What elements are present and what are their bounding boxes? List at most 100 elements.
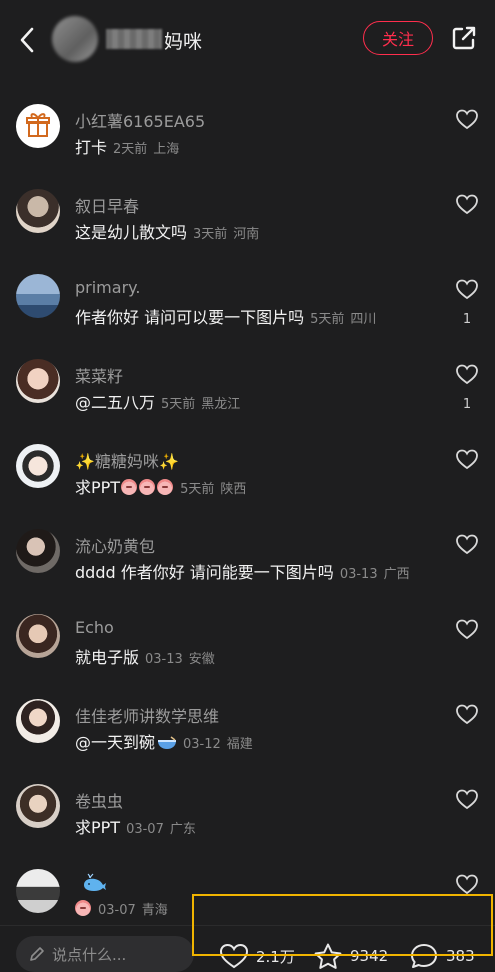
comment-item[interactable]: 菜菜籽 @二五八万 5天前 黑龙江 1 (0, 339, 495, 424)
avatar[interactable] (16, 869, 60, 913)
peach-emoji-icon (139, 479, 156, 495)
commenter-name[interactable]: 菜菜籽 (75, 363, 123, 387)
like-button[interactable] (455, 363, 479, 385)
heart-outline-icon (456, 109, 478, 130)
comment-location: 河南 (233, 227, 260, 242)
comment-item[interactable]: primary. 作者你好 请问可以要一下图片吗 5天前 四川 1 (0, 254, 495, 339)
comment-time: 3天前 (193, 227, 228, 242)
comment-location: 广东 (169, 822, 196, 837)
author-name-redacted (106, 29, 162, 49)
comment-text: @二五八万 (75, 393, 156, 412)
comment-location: 青海 (141, 903, 168, 918)
commenter-name[interactable]: 小红薯6165EA65 (75, 108, 205, 132)
highlight-box (192, 894, 493, 956)
like-button[interactable] (455, 533, 479, 555)
like-button[interactable] (455, 618, 479, 640)
follow-button[interactable]: 关注 (363, 21, 433, 55)
comment-text-line: 这是幼儿散文吗 3天前 河南 (75, 219, 259, 243)
heart-outline-icon (456, 364, 478, 385)
heart-outline-icon (456, 704, 478, 725)
comment-text-line: 求PPT 03-07 广东 (75, 814, 196, 838)
comment-text: 求PPT (75, 818, 121, 837)
pencil-icon (30, 947, 44, 961)
heart-outline-icon (456, 194, 478, 215)
sparkle-icon: ✨ (75, 452, 95, 471)
comment-text-line: 求PPT 5天前 陕西 (75, 474, 246, 498)
comment-time: 5天前 (161, 397, 196, 412)
comment-item[interactable]: 叙日早春 这是幼儿散文吗 3天前 河南 (0, 169, 495, 254)
avatar[interactable] (16, 614, 60, 658)
back-button[interactable] (12, 22, 42, 58)
commenter-name[interactable] (75, 873, 107, 894)
commenter-name[interactable]: ✨糖糖妈咪✨ (75, 448, 179, 472)
heart-outline-icon (456, 874, 478, 895)
avatar[interactable] (16, 274, 60, 318)
author-avatar[interactable] (52, 16, 98, 62)
comment-time: 5天前 (180, 482, 215, 497)
comment-time: 03-12 (183, 737, 221, 752)
like-button[interactable] (455, 703, 479, 725)
comment-input[interactable]: 说点什么... (16, 936, 194, 972)
avatar[interactable] (16, 784, 60, 828)
avatar[interactable] (16, 189, 60, 233)
comment-time: 03-07 (126, 822, 164, 837)
share-external-icon (452, 26, 476, 50)
comment-location: 广西 (383, 567, 410, 582)
avatar[interactable] (16, 104, 60, 148)
comment-time: 5天前 (310, 312, 345, 327)
avatar[interactable] (16, 699, 60, 743)
comment-location: 黑龙江 (201, 397, 241, 412)
commenter-name[interactable]: primary. (75, 278, 140, 297)
share-button[interactable] (450, 24, 478, 52)
comment-time: 03-07 (98, 903, 136, 918)
avatar[interactable] (16, 529, 60, 573)
comment-item[interactable]: Echo 就电子版 03-13 安徽 (0, 594, 495, 679)
comment-time: 03-13 (145, 652, 183, 667)
comment-item[interactable]: 佳佳老师讲数学思维 @一天到碗 03-12 福建 (0, 679, 495, 764)
comment-location: 安徽 (188, 652, 215, 667)
comment-text: dddd 作者你好 请问能要一下图片吗 (75, 563, 334, 582)
comment-input-placeholder: 说点什么... (52, 945, 127, 964)
comment-text-line: 就电子版 03-13 安徽 (75, 644, 215, 668)
comment-item[interactable]: ✨糖糖妈咪✨ 求PPT 5天前 陕西 (0, 424, 495, 509)
like-button[interactable] (455, 873, 479, 895)
comment-text-line: dddd 作者你好 请问能要一下图片吗 03-13 广西 (75, 559, 410, 583)
heart-outline-icon (456, 449, 478, 470)
comment-text-line: @一天到碗 03-12 福建 (75, 729, 253, 753)
like-button[interactable] (455, 788, 479, 810)
comment-text-line: @二五八万 5天前 黑龙江 (75, 389, 240, 413)
bowl-emoji-icon (158, 736, 177, 749)
heart-outline-icon (456, 789, 478, 810)
comment-text-line: 打卡 2天前 上海 (75, 134, 179, 158)
commenter-name[interactable]: 流心奶黄包 (75, 533, 155, 557)
commenter-name[interactable]: 叙日早春 (75, 193, 139, 217)
like-button[interactable] (455, 193, 479, 215)
sparkle-icon: ✨ (158, 452, 179, 471)
comment-item[interactable]: 卷虫虫 求PPT 03-07 广东 (0, 764, 495, 849)
top-bar: 妈咪 关注 (0, 0, 495, 80)
whale-emoji-icon (84, 873, 106, 891)
comment-text-line: 03-07 青海 (75, 899, 168, 918)
like-count: 1 (462, 397, 472, 412)
comment-location: 陕西 (220, 482, 247, 497)
comment-item[interactable]: 流心奶黄包 dddd 作者你好 请问能要一下图片吗 03-13 广西 (0, 509, 495, 594)
chevron-left-icon (20, 27, 34, 53)
like-button[interactable] (455, 448, 479, 470)
peach-emoji-icon (157, 479, 174, 495)
author-name[interactable]: 妈咪 (164, 27, 202, 54)
commenter-name[interactable]: Echo (75, 618, 114, 637)
like-button[interactable] (455, 108, 479, 130)
comment-item[interactable]: 小红薯6165EA65 打卡 2天前 上海 (0, 84, 495, 169)
comment-time: 2天前 (113, 142, 148, 157)
comment-text-line: 作者你好 请问可以要一下图片吗 5天前 四川 (75, 304, 376, 328)
peach-emoji-icon (75, 900, 91, 916)
like-button[interactable] (455, 278, 479, 300)
commenter-name[interactable]: 佳佳老师讲数学思维 (75, 703, 219, 727)
heart-outline-icon (456, 534, 478, 555)
comment-text: 作者你好 请问可以要一下图片吗 (75, 308, 305, 327)
comment-text: 这是幼儿散文吗 (75, 223, 188, 242)
avatar[interactable] (16, 359, 60, 403)
commenter-name[interactable]: 卷虫虫 (75, 788, 123, 812)
avatar[interactable] (16, 444, 60, 488)
comment-text: 打卡 (75, 138, 108, 157)
